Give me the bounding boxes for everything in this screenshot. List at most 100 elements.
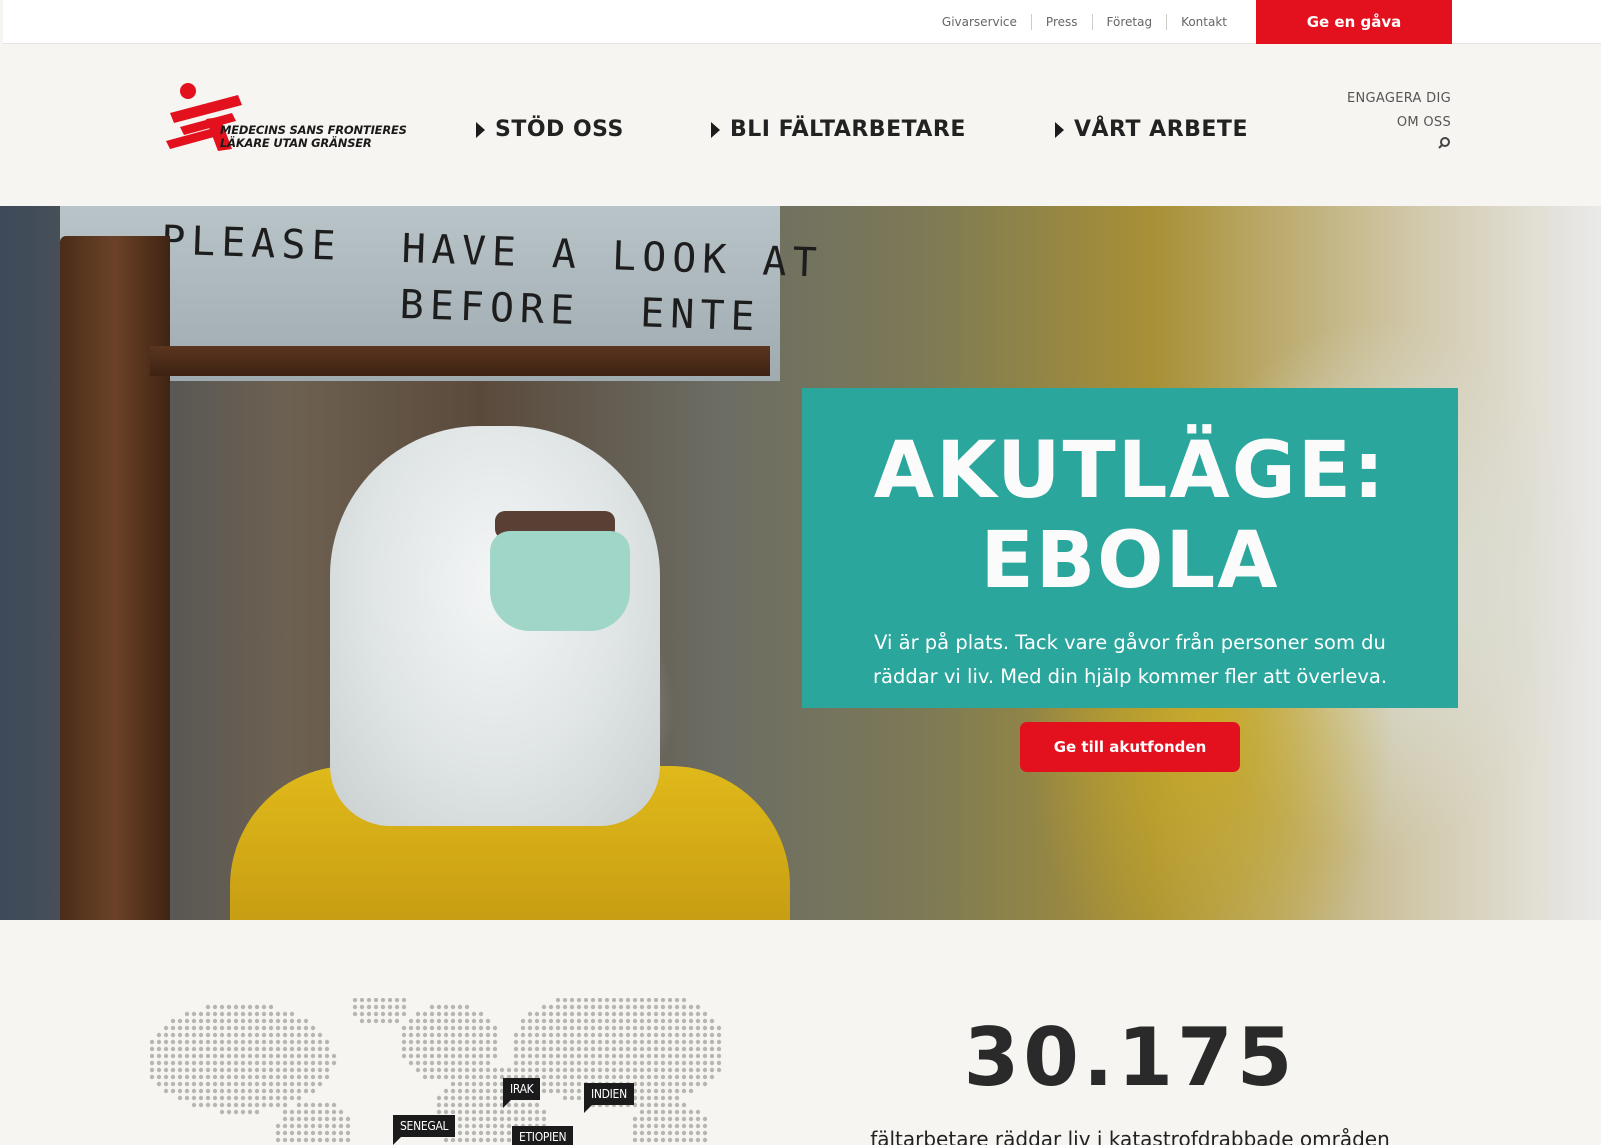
map-tag-etiopien[interactable]: ETIOPIEN	[512, 1126, 574, 1145]
map-dot	[681, 1081, 687, 1087]
utility-link-kontakt[interactable]: Kontakt	[1167, 14, 1227, 30]
map-tag-indien[interactable]: INDIEN	[584, 1083, 634, 1113]
map-dot	[625, 1053, 631, 1059]
nav-item-stod-oss[interactable]: STÖD OSS	[476, 117, 624, 142]
map-dot	[289, 1081, 295, 1087]
map-dot	[569, 1032, 575, 1038]
map-dot	[464, 1123, 470, 1129]
map-dot	[653, 1004, 659, 1010]
map-dot	[275, 1025, 281, 1031]
map-dot	[681, 1130, 687, 1136]
map-dot	[555, 1060, 561, 1066]
map-dot	[331, 1060, 337, 1066]
utility-link-foretag[interactable]: Företag	[1093, 14, 1168, 30]
map-dot	[695, 1116, 701, 1122]
map-dot	[408, 1025, 414, 1031]
map-dot	[212, 1046, 218, 1052]
map-dot	[492, 1039, 498, 1045]
map-dot	[205, 1067, 211, 1073]
nav-item-bli-faltarbetare[interactable]: BLI FÄLTARBETARE	[711, 117, 966, 142]
map-dot	[604, 1025, 610, 1031]
map-dot	[478, 1039, 484, 1045]
map-dot	[681, 1116, 687, 1122]
search-button[interactable]	[1347, 135, 1451, 159]
map-dot	[590, 1060, 596, 1066]
map-tag-irak[interactable]: IRAK	[503, 1078, 541, 1108]
map-tag-senegal[interactable]: SENEGAL	[393, 1115, 456, 1145]
map-dot	[485, 1137, 491, 1143]
map-dot	[569, 1074, 575, 1080]
map-dot	[457, 1137, 463, 1143]
map-dot	[534, 1025, 540, 1031]
map-dot	[520, 1102, 526, 1108]
map-dot	[296, 1053, 302, 1059]
map-dot	[632, 1053, 638, 1059]
map-dot	[478, 1137, 484, 1143]
map-dot	[590, 1018, 596, 1024]
secondary-nav-om-oss[interactable]: OM OSS	[1347, 111, 1451, 135]
map-dot	[548, 1025, 554, 1031]
map-dot	[226, 1039, 232, 1045]
map-dot	[289, 1053, 295, 1059]
map-dot	[492, 1081, 498, 1087]
map-dot	[366, 1011, 372, 1017]
map-dot	[590, 1004, 596, 1010]
map-dot	[667, 1123, 673, 1129]
map-dot	[429, 1039, 435, 1045]
map-dot	[688, 1137, 694, 1143]
map-dot	[674, 1046, 680, 1052]
map-dot	[660, 1130, 666, 1136]
map-dot	[226, 1004, 232, 1010]
map-dot	[513, 1039, 519, 1045]
nav-item-vart-arbete[interactable]: VÅRT ARBETE	[1055, 117, 1248, 142]
utility-link-press[interactable]: Press	[1032, 14, 1093, 30]
map-dot	[527, 1116, 533, 1122]
map-dot	[387, 998, 393, 1003]
map-dot	[555, 1018, 561, 1024]
map-dot	[303, 1102, 309, 1108]
map-dot	[457, 1102, 463, 1108]
map-dot	[548, 1011, 554, 1017]
map-dot	[555, 1081, 561, 1087]
map-dot	[268, 1102, 274, 1108]
map-dot	[646, 1137, 652, 1143]
map-dot	[555, 1004, 561, 1010]
map-dot	[674, 1130, 680, 1136]
map-dot	[254, 1039, 260, 1045]
map-dot	[443, 1053, 449, 1059]
secondary-nav-engagera[interactable]: ENGAGERA DIG	[1347, 87, 1451, 111]
map-dot	[639, 1109, 645, 1115]
map-dot	[254, 1074, 260, 1080]
map-dot	[667, 1074, 673, 1080]
map-dot	[695, 1074, 701, 1080]
map-dot	[184, 1025, 190, 1031]
map-dot	[576, 1046, 582, 1052]
map-dot	[702, 1032, 708, 1038]
map-dot	[275, 1081, 281, 1087]
emergency-fund-button[interactable]: Ge till akutfonden	[1020, 722, 1240, 772]
map-dot	[597, 1011, 603, 1017]
map-dot	[527, 1060, 533, 1066]
map-dot	[618, 1018, 624, 1024]
map-dot	[555, 1046, 561, 1052]
map-dot	[611, 998, 617, 1003]
map-dot	[681, 1102, 687, 1108]
map-dot	[303, 1137, 309, 1143]
map-dot	[604, 1067, 610, 1073]
map-dot	[569, 1004, 575, 1010]
map-dot	[261, 1067, 267, 1073]
map-dot	[464, 1039, 470, 1045]
map-dot	[338, 1123, 344, 1129]
hero-protective-hood	[330, 426, 660, 826]
map-dot	[492, 1046, 498, 1052]
map-dot	[226, 1067, 232, 1073]
utility-link-givarservice[interactable]: Givarservice	[928, 14, 1032, 30]
map-dot	[198, 1011, 204, 1017]
map-dot	[667, 1046, 673, 1052]
map-dot	[464, 1053, 470, 1059]
donate-button[interactable]: Ge en gåva	[1256, 0, 1452, 44]
map-dot	[226, 1011, 232, 1017]
map-dot	[247, 1046, 253, 1052]
map-dot	[485, 1123, 491, 1129]
map-dot	[324, 1060, 330, 1066]
